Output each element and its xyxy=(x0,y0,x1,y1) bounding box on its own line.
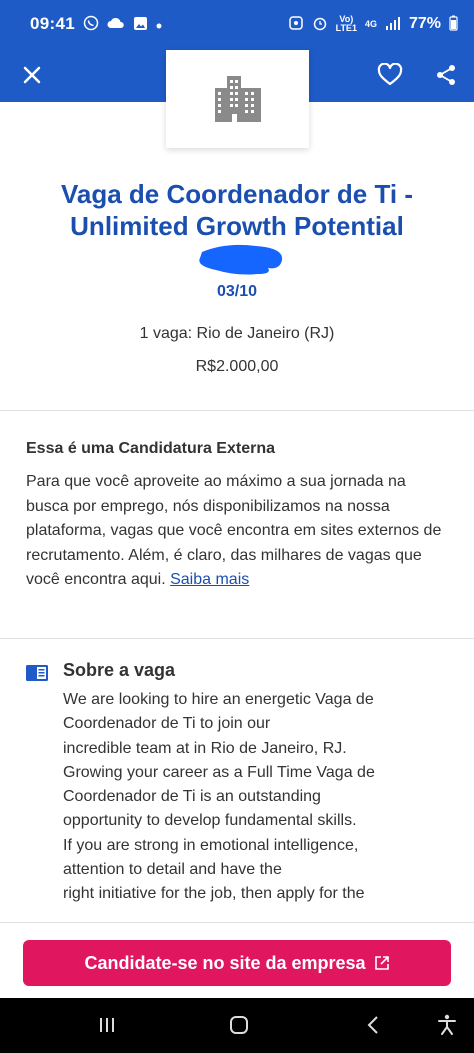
favorite-button[interactable] xyxy=(370,55,410,95)
divider xyxy=(0,638,474,639)
network-type: 4G xyxy=(364,18,377,29)
whatsapp-icon xyxy=(83,15,99,33)
battery-level: 77% xyxy=(408,15,441,32)
divider xyxy=(0,410,474,411)
share-icon xyxy=(437,65,455,85)
alarm-icon xyxy=(312,15,328,33)
external-link-icon xyxy=(374,956,389,970)
heart-outline-icon xyxy=(377,63,403,86)
external-application-title: Essa é uma Candidatura Externa xyxy=(26,440,275,457)
volte-bottom: LTE1 xyxy=(335,23,357,33)
close-icon xyxy=(23,66,41,84)
building-icon xyxy=(214,76,261,122)
status-time: 09:41 xyxy=(30,14,75,33)
battery-icon xyxy=(449,15,458,33)
apply-button-label: Candidate-se no site da empresa xyxy=(84,952,366,973)
signal-icon xyxy=(385,16,401,32)
job-title: Vaga de Coordenador de Ti - Unlimited Gr… xyxy=(60,179,414,241)
share-button[interactable] xyxy=(426,55,466,95)
job-date: 03/10 xyxy=(216,283,258,300)
status-bar: 09:41 Vo) LTE1 4G 77% xyxy=(0,0,474,48)
cloud-icon xyxy=(107,16,125,32)
status-left: 09:41 xyxy=(30,14,162,34)
apply-on-company-site-button[interactable]: Candidate-se no site da empresa xyxy=(23,940,451,986)
job-salary: R$2.000,00 xyxy=(195,358,279,375)
back-icon xyxy=(367,1016,378,1034)
close-button[interactable] xyxy=(12,55,52,95)
document-icon xyxy=(26,665,48,681)
recent-apps-icon xyxy=(100,1018,114,1032)
dot-icon xyxy=(156,17,162,31)
recent-apps-button[interactable] xyxy=(92,1010,122,1040)
job-location: 1 vaga: Rio de Janeiro (RJ) xyxy=(139,325,335,342)
volte-label: Vo) LTE1 xyxy=(336,15,357,33)
about-job-title: Sobre a vaga xyxy=(63,660,176,680)
alarm-lock-icon xyxy=(288,15,304,33)
home-button[interactable] xyxy=(224,1010,254,1040)
home-icon xyxy=(230,1016,248,1034)
accessibility-icon xyxy=(438,1014,456,1035)
about-job-text: We are looking to hire an energetic Vaga… xyxy=(63,691,375,902)
company-logo xyxy=(166,50,309,148)
system-nav-bar xyxy=(0,998,474,1053)
accessibility-button[interactable] xyxy=(432,1010,462,1040)
status-right: Vo) LTE1 4G 77% xyxy=(288,15,458,33)
back-button[interactable] xyxy=(358,1010,388,1040)
gallery-icon xyxy=(133,16,148,33)
external-application-text: Para que você aproveite ao máximo a sua … xyxy=(26,470,446,593)
learn-more-link[interactable]: Saiba mais xyxy=(170,571,249,588)
redacted-company-name xyxy=(199,244,283,275)
